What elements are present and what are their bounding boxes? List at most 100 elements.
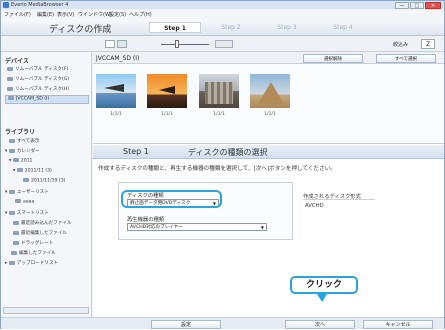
list-icon	[13, 230, 19, 235]
devices-heading: デバイス	[5, 58, 29, 65]
device-bar: JVCCAM_SD (I) 選択解除 すべて選択	[93, 52, 444, 64]
sidebar-item-aaaa[interactable]: aaaa	[15, 199, 34, 205]
window-title: Everio MediaBrowser 4	[11, 2, 69, 8]
menu-settings[interactable]: 設定(S)	[109, 11, 126, 18]
user-list-icon	[8, 189, 15, 194]
edited-icon	[11, 250, 17, 255]
step-2-tab: Step 2	[221, 24, 241, 31]
menu-view[interactable]: 表示(V)	[57, 11, 74, 18]
media-thumbnail[interactable]	[250, 74, 290, 108]
view-toolbar: 絞込み Z	[1, 37, 444, 52]
sort-button[interactable]: Z	[421, 39, 435, 49]
sidebar-item-smart-list[interactable]: ▾ スマートリスト	[5, 210, 49, 216]
thumbnail-caption: 1/1/1	[213, 112, 225, 117]
sidebar-item-day[interactable]: 2011/11/19 (3)	[23, 178, 65, 184]
sidebar-item-recent-imported[interactable]: 最近読み込んだファイル	[13, 220, 72, 226]
filter-label[interactable]: 絞込み	[393, 41, 408, 48]
menu-help[interactable]: ヘルプ(H)	[129, 11, 152, 18]
bottom-bar: 設定 次へ キャンセル	[1, 317, 444, 329]
menu-bar: ファイル(F) 編集(E) 表示(V) ウインドウ(W) 設定(S) ヘルプ(H…	[1, 10, 444, 19]
disk-icon	[7, 76, 13, 81]
device-name: JVCCAM_SD (I)	[96, 55, 140, 62]
media-thumbnail[interactable]	[199, 74, 239, 108]
click-callout: クリック	[290, 276, 358, 294]
step-label: Step 1	[123, 147, 149, 156]
settings-button[interactable]: 設定	[151, 320, 221, 329]
zoom-slider-thumb[interactable]	[175, 40, 179, 48]
title-bar: Everio MediaBrowser 4 — □ ✕	[1, 1, 444, 9]
sidebar-item-device[interactable]: リムーバブル ディスク(H)	[7, 86, 69, 92]
temple-image	[205, 82, 233, 104]
step-1-tab: Step 1	[149, 22, 201, 33]
app-icon	[3, 2, 9, 8]
upload-icon	[8, 260, 15, 265]
sidebar-item-recent-edited[interactable]: 最近編集したファイル	[13, 230, 67, 236]
sidebar-item-month[interactable]: ▾ 2011/11 (3)	[13, 168, 52, 174]
calendar-icon	[8, 148, 15, 153]
disc-format-value: AVCHD	[305, 203, 324, 209]
main-panel: JVCCAM_SD (I) 選択解除 すべて選択 1/1/1 1/1/1 1/1…	[93, 52, 444, 317]
list-icon	[13, 220, 19, 225]
menu-edit[interactable]: 編集(E)	[37, 11, 54, 18]
sidebar-item-edited[interactable]: 編集したファイル	[11, 250, 56, 256]
list-view-icon[interactable]	[117, 40, 127, 48]
sidebar-item-year[interactable]: ▾ 2011	[9, 158, 32, 164]
menu-file[interactable]: ファイル(F)	[4, 11, 31, 18]
sidebar-item-drag-rate[interactable]: ドラッグレート	[13, 240, 53, 246]
calendar-icon	[23, 178, 29, 182]
thumbnail-caption: 1/1/1	[264, 112, 276, 117]
thumbnail-caption: 1/1/1	[110, 112, 122, 117]
minimize-button[interactable]: —	[395, 2, 409, 9]
menu-window[interactable]: ウインドウ(W)	[78, 11, 112, 18]
grid-view-icon[interactable]	[105, 40, 115, 48]
disc-type-highlight	[121, 190, 222, 208]
list-icon	[15, 199, 21, 203]
library-heading: ライブラリ	[5, 129, 36, 136]
app-window: Everio MediaBrowser 4 — □ ✕ ファイル(F) 編集(E…	[0, 0, 445, 329]
sidebar-item-device[interactable]: リムーバブル ディスク(G)	[7, 76, 69, 82]
sidebar-item-upload-list[interactable]: ▸ アップロードリスト	[5, 260, 58, 266]
media-thumbnail[interactable]	[96, 74, 136, 108]
wizard-header: ディスクの作成 Step 1 Step 2 Step 3 Step 4	[1, 19, 444, 36]
instruction-text: 作成するディスクの種類と、再生する機器の種類を選択して、[次へ]ボタンを押してく…	[98, 166, 336, 172]
sidebar-item-calendar[interactable]: ▾ カレンダー	[5, 148, 40, 154]
zoom-icon[interactable]	[215, 40, 233, 48]
select-all-button[interactable]: すべて選択	[376, 54, 436, 63]
step-4-tab: Step 4	[333, 24, 353, 31]
divider	[303, 199, 375, 200]
player-type-label: 再生機器の種類	[127, 217, 165, 223]
sidebar-item-device[interactable]: リムーバブル ディスク(F)	[7, 66, 68, 72]
thumbnail-grid: 1/1/1 1/1/1 1/1/1 1/1/1	[93, 64, 444, 144]
wizard-title: ディスクの作成	[49, 25, 112, 35]
list-icon	[13, 240, 19, 245]
callout-pointer	[317, 294, 327, 302]
maximize-button[interactable]: □	[410, 2, 424, 9]
player-type-select[interactable]: AVCHD対応のプレイヤー ▼	[127, 223, 267, 231]
deselect-button[interactable]: 選択解除	[303, 54, 363, 63]
dropdown-arrow-icon: ▼	[260, 225, 264, 230]
next-button[interactable]: 次へ	[285, 320, 355, 329]
pyramid-image	[258, 82, 284, 104]
airplane-silhouette-image	[159, 86, 175, 94]
media-thumbnail[interactable]	[147, 74, 187, 108]
sidebar-item-all[interactable]: すべて表示	[9, 138, 39, 144]
sd-card-icon	[8, 96, 14, 100]
sidebar: デバイス リムーバブル ディスク(F) リムーバブル ディスク(G) リムーバブ…	[1, 52, 92, 317]
airplane-image	[104, 84, 124, 92]
cancel-button[interactable]: キャンセル	[363, 320, 433, 329]
step-3-tab: Step 3	[277, 24, 297, 31]
step-title: ディスクの種類の選択	[188, 148, 268, 157]
smart-list-icon	[8, 210, 15, 215]
sidebar-item-user-list[interactable]: ▾ ユーザーリスト	[5, 189, 49, 195]
disk-icon	[7, 66, 13, 71]
step-header: Step 1 ディスクの種類の選択	[93, 145, 444, 159]
all-items-icon	[9, 138, 15, 143]
sidebar-scrollbar[interactable]	[3, 307, 89, 314]
thumbnail-caption: 1/1/1	[161, 112, 173, 117]
calendar-icon	[16, 168, 23, 172]
disk-icon	[7, 86, 13, 91]
sidebar-item-device-selected[interactable]: JVCCAM_SD (I)	[5, 95, 89, 104]
calendar-icon	[12, 158, 19, 162]
zoom-slider[interactable]	[161, 44, 209, 45]
close-button[interactable]: ✕	[425, 2, 441, 9]
